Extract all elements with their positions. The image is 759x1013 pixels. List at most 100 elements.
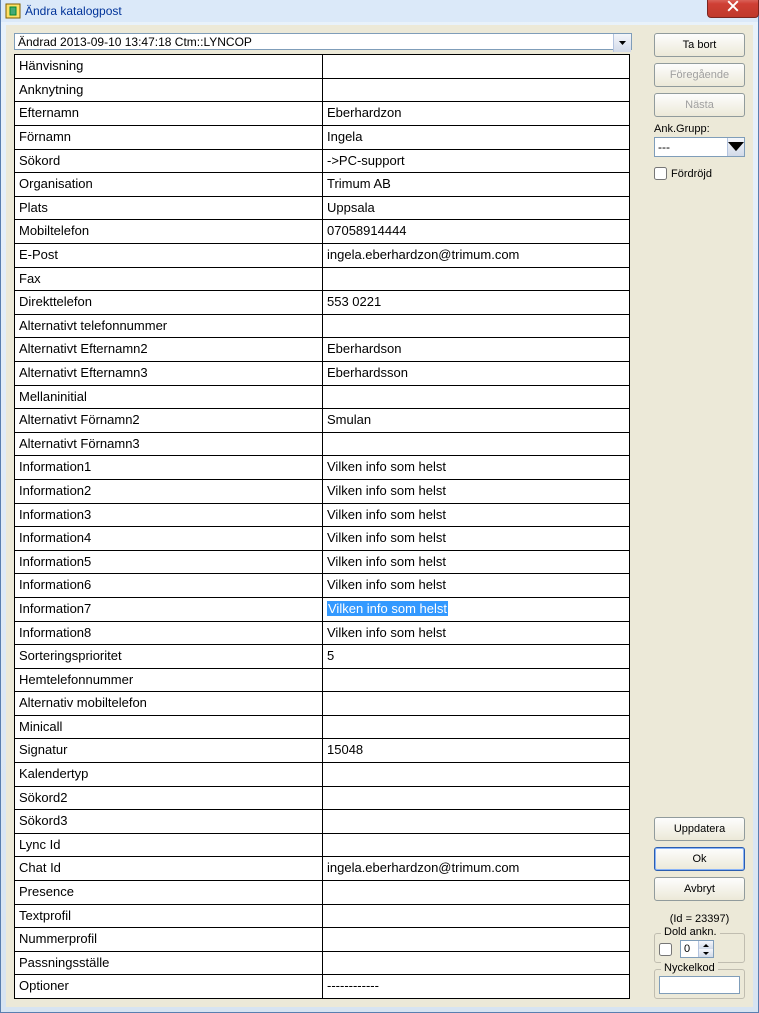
field-value[interactable]: Vilken info som helst	[323, 504, 629, 527]
field-value[interactable]: Vilken info som helst	[323, 574, 629, 597]
field-label: Sökord2	[15, 787, 323, 810]
field-value[interactable]: 553 0221	[323, 291, 629, 314]
field-value[interactable]	[323, 787, 629, 810]
field-grid: HänvisningAnknytningEfternamnEberhardzon…	[14, 54, 630, 999]
field-label: Alternativt telefonnummer	[15, 315, 323, 338]
field-value[interactable]: ingela.eberhardzon@trimum.com	[323, 244, 629, 267]
field-value[interactable]	[323, 834, 629, 857]
field-value[interactable]: Smulan	[323, 409, 629, 432]
field-value[interactable]	[323, 55, 629, 78]
grid-row: FörnamnIngela	[15, 125, 629, 149]
grid-row: Information8Vilken info som helst	[15, 621, 629, 645]
fordrojd-input[interactable]	[654, 167, 667, 180]
grid-row: Direkttelefon553 0221	[15, 290, 629, 314]
field-value[interactable]: ------------	[323, 975, 629, 998]
field-value[interactable]: Vilken info som helst	[323, 551, 629, 574]
field-value[interactable]	[323, 928, 629, 951]
nasta-button[interactable]: Nästa	[654, 93, 745, 117]
grid-row: Fax	[15, 267, 629, 291]
field-value[interactable]: Vilken info som helst	[323, 456, 629, 479]
ok-button[interactable]: Ok	[654, 847, 745, 871]
field-value[interactable]: Vilken info som helst	[323, 527, 629, 550]
spin-down-icon[interactable]	[699, 949, 713, 957]
ank-grupp-combo[interactable]: ---	[654, 137, 745, 157]
field-label: Direkttelefon	[15, 291, 323, 314]
field-label: Information3	[15, 504, 323, 527]
field-value[interactable]	[323, 433, 629, 456]
spin-up-icon[interactable]	[699, 941, 713, 949]
titlebar: Ändra katalogpost	[1, 0, 758, 22]
field-label: Signatur	[15, 739, 323, 762]
grid-row: Information2Vilken info som helst	[15, 479, 629, 503]
field-value[interactable]: Vilken info som helst	[323, 598, 629, 621]
grid-row: Textprofil	[15, 904, 629, 928]
nyckelkod-input[interactable]	[659, 976, 740, 994]
field-value[interactable]	[323, 79, 629, 102]
field-value[interactable]: Vilken info som helst	[323, 622, 629, 645]
field-value[interactable]	[323, 952, 629, 975]
dold-ankn-group: Dold ankn. 0	[654, 933, 745, 963]
close-button[interactable]	[707, 0, 759, 18]
fordrojd-checkbox[interactable]: Fördröjd	[654, 167, 745, 180]
field-value[interactable]: Eberhardzon	[323, 102, 629, 125]
field-value[interactable]: Trimum AB	[323, 173, 629, 196]
field-value[interactable]	[323, 716, 629, 739]
tabort-button[interactable]: Ta bort	[654, 33, 745, 57]
grid-row: Information3Vilken info som helst	[15, 503, 629, 527]
grid-row: Mellaninitial	[15, 385, 629, 409]
field-label: Mellaninitial	[15, 386, 323, 409]
grid-row: Signatur15048	[15, 738, 629, 762]
grid-row: Alternativt telefonnummer	[15, 314, 629, 338]
field-label: Nummerprofil	[15, 928, 323, 951]
field-label: Information1	[15, 456, 323, 479]
field-value[interactable]: ingela.eberhardzon@trimum.com	[323, 857, 629, 880]
field-value[interactable]: Uppsala	[323, 197, 629, 220]
field-label: E-Post	[15, 244, 323, 267]
field-value[interactable]	[323, 315, 629, 338]
history-combo[interactable]: Ändrad 2013-09-10 13:47:18 Ctm::LYNCOP	[14, 33, 632, 50]
foregaende-button[interactable]: Föregående	[654, 63, 745, 87]
field-label: Hänvisning	[15, 55, 323, 78]
field-value[interactable]: Eberhardson	[323, 338, 629, 361]
field-value[interactable]: Ingela	[323, 126, 629, 149]
field-value[interactable]: Eberhardsson	[323, 362, 629, 385]
field-label: Alternativt Förnamn3	[15, 433, 323, 456]
dold-ankn-spin[interactable]: 0	[680, 940, 714, 958]
grid-row: Sökord->PC-support	[15, 149, 629, 173]
field-label: Alternativt Efternamn3	[15, 362, 323, 385]
avbryt-button[interactable]: Avbryt	[654, 877, 745, 901]
grid-row: Alternativ mobiltelefon	[15, 691, 629, 715]
field-value[interactable]	[323, 386, 629, 409]
field-label: Förnamn	[15, 126, 323, 149]
field-value[interactable]: Vilken info som helst	[323, 480, 629, 503]
chevron-down-icon[interactable]	[613, 34, 631, 52]
id-label: (Id = 23397)	[654, 913, 745, 925]
field-value[interactable]	[323, 810, 629, 833]
field-value[interactable]	[323, 763, 629, 786]
field-value[interactable]	[323, 881, 629, 904]
dold-ankn-checkbox[interactable]	[659, 943, 672, 956]
field-value[interactable]	[323, 692, 629, 715]
grid-row: Kalendertyp	[15, 762, 629, 786]
right-pane: Ta bort Föregående Nästa Ank.Grupp: ---	[644, 33, 745, 999]
grid-row: E-Postingela.eberhardzon@trimum.com	[15, 243, 629, 267]
field-value[interactable]	[323, 268, 629, 291]
field-value[interactable]: 07058914444	[323, 220, 629, 243]
uppdatera-button[interactable]: Uppdatera	[654, 817, 745, 841]
grid-row: EfternamnEberhardzon	[15, 101, 629, 125]
field-label: Alternativt Efternamn2	[15, 338, 323, 361]
field-label: Kalendertyp	[15, 763, 323, 786]
field-value[interactable]	[323, 669, 629, 692]
grid-row: Information1Vilken info som helst	[15, 455, 629, 479]
field-label: Sökord3	[15, 810, 323, 833]
app-icon	[5, 3, 21, 19]
field-value[interactable]: 15048	[323, 739, 629, 762]
field-value[interactable]	[323, 905, 629, 928]
grid-row: Anknytning	[15, 78, 629, 102]
field-label: Minicall	[15, 716, 323, 739]
field-value[interactable]: 5	[323, 645, 629, 668]
field-value[interactable]: ->PC-support	[323, 150, 629, 173]
chevron-down-icon[interactable]	[727, 138, 744, 156]
window-title: Ändra katalogpost	[25, 4, 122, 18]
left-pane: Ändrad 2013-09-10 13:47:18 Ctm::LYNCOP H…	[14, 33, 644, 999]
